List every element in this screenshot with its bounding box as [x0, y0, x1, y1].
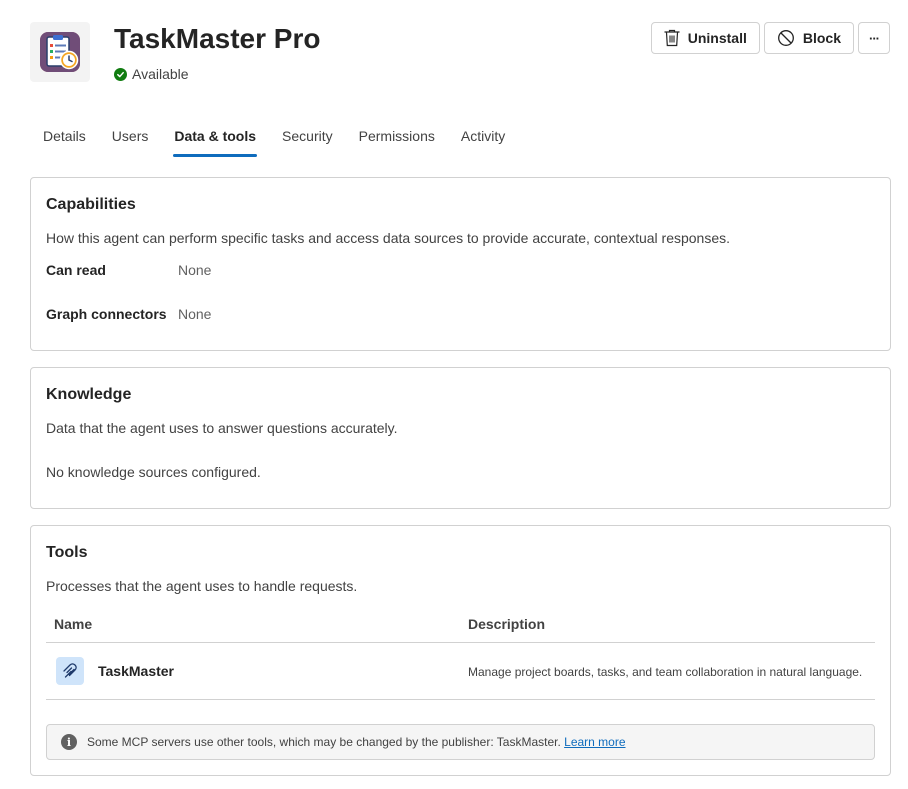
capabilities-card: Capabilities How this agent can perform … — [30, 177, 891, 351]
can-read-value: None — [178, 262, 212, 278]
info-message: Some MCP servers use other tools, which … — [87, 735, 561, 749]
tools-title: Tools — [46, 544, 88, 561]
tool-description: Manage project boards, tasks, and team c… — [468, 665, 863, 679]
info-message-bar: i Some MCP servers use other tools, whic… — [46, 724, 875, 760]
status-badge: Available — [114, 66, 189, 82]
uninstall-button[interactable]: Uninstall — [650, 22, 760, 54]
info-text: Some MCP servers use other tools, which … — [87, 735, 626, 749]
trash-icon — [664, 29, 680, 47]
knowledge-empty-text: No knowledge sources configured. — [46, 464, 261, 480]
checkmark-icon — [114, 67, 127, 81]
block-button[interactable]: Block — [763, 22, 854, 54]
tools-card: Tools Processes that the agent uses to h… — [30, 525, 891, 776]
table-row[interactable]: TaskMaster Manage project boards, tasks,… — [46, 643, 875, 700]
uninstall-label: Uninstall — [687, 30, 747, 46]
tab-activity[interactable]: Activity — [448, 118, 518, 158]
block-icon — [777, 30, 794, 46]
info-icon: i — [61, 734, 77, 750]
capabilities-description: How this agent can perform specific task… — [46, 230, 731, 246]
tab-data-tools[interactable]: Data & tools — [161, 118, 269, 158]
status-text: Available — [132, 66, 189, 82]
header-actions: Uninstall Block ··· — [650, 22, 890, 54]
clipboard-clock-app-icon — [40, 32, 80, 72]
learn-more-link[interactable]: Learn more — [564, 735, 625, 749]
graph-connectors-value: None — [178, 306, 212, 322]
app-icon — [30, 22, 90, 82]
more-icon: ··· — [869, 30, 880, 46]
tab-bar: Details Users Data & tools Security Permissi… — [30, 118, 518, 158]
column-header-name[interactable]: Name — [54, 616, 92, 632]
column-header-description[interactable]: Description — [468, 616, 545, 632]
app-header: TaskMaster Pro Available Uninstall Block… — [0, 0, 908, 110]
knowledge-description: Data that the agent uses to answer quest… — [46, 420, 398, 436]
can-read-label: Can read — [46, 262, 106, 278]
knowledge-title: Knowledge — [46, 386, 132, 403]
tools-description: Processes that the agent uses to handle … — [46, 578, 358, 594]
tab-details[interactable]: Details — [30, 118, 99, 158]
block-label: Block — [802, 30, 841, 46]
knowledge-card: Knowledge Data that the agent uses to an… — [30, 367, 891, 509]
more-options-button[interactable]: ··· — [858, 22, 890, 54]
capabilities-title: Capabilities — [46, 196, 136, 213]
tab-users[interactable]: Users — [99, 118, 162, 158]
tools-table-header: Name Description — [46, 607, 875, 643]
tool-name: TaskMaster — [98, 663, 175, 679]
tab-security[interactable]: Security — [269, 118, 346, 158]
graph-connectors-label: Graph connectors — [46, 306, 167, 322]
mcp-server-icon — [56, 657, 84, 685]
page-title: TaskMaster Pro — [114, 23, 321, 54]
tab-permissions[interactable]: Permissions — [346, 118, 448, 158]
